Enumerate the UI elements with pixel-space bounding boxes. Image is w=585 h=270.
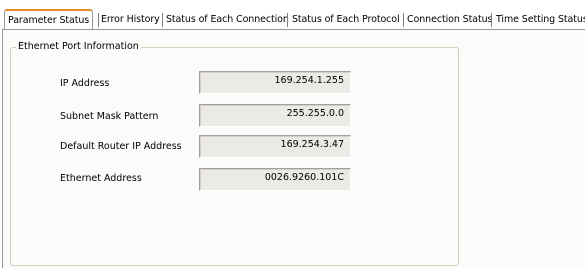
tab-separator (491, 13, 492, 27)
tab-strip: Parameter Status Error History Status of… (0, 0, 585, 29)
tab-separator (162, 13, 163, 27)
group-title: Ethernet Port Information (16, 41, 141, 53)
tab-separator (98, 13, 99, 27)
tab-separator (403, 13, 404, 27)
ethernet-address-field: 0026.9260.101C (199, 168, 351, 191)
ethernet-address-label: Ethernet Address (60, 173, 142, 184)
parameter-status-panel: Ethernet Port Information IP Address 169… (2, 29, 585, 268)
tab-connection-status[interactable]: Connection Status (407, 12, 492, 28)
tab-separator (287, 13, 288, 27)
tab-status-of-each-connection[interactable]: Status of Each Connection (166, 12, 289, 28)
default-router-ip-label: Default Router IP Address (60, 141, 182, 152)
tab-time-setting-status[interactable]: Time Setting Status (496, 12, 585, 28)
tab-parameter-status[interactable]: Parameter Status (4, 9, 94, 29)
ip-address-label: IP Address (60, 78, 110, 89)
subnet-mask-label: Subnet Mask Pattern (60, 111, 159, 122)
diagnostics-window: Parameter Status Error History Status of… (0, 0, 585, 270)
ip-address-field: 169.254.1.255 (199, 71, 351, 94)
tab-status-of-each-protocol[interactable]: Status of Each Protocol (292, 12, 400, 28)
subnet-mask-field: 255.255.0.0 (199, 104, 351, 127)
default-router-ip-field: 169.254.3.47 (199, 135, 351, 158)
tab-error-history[interactable]: Error History (101, 12, 160, 28)
